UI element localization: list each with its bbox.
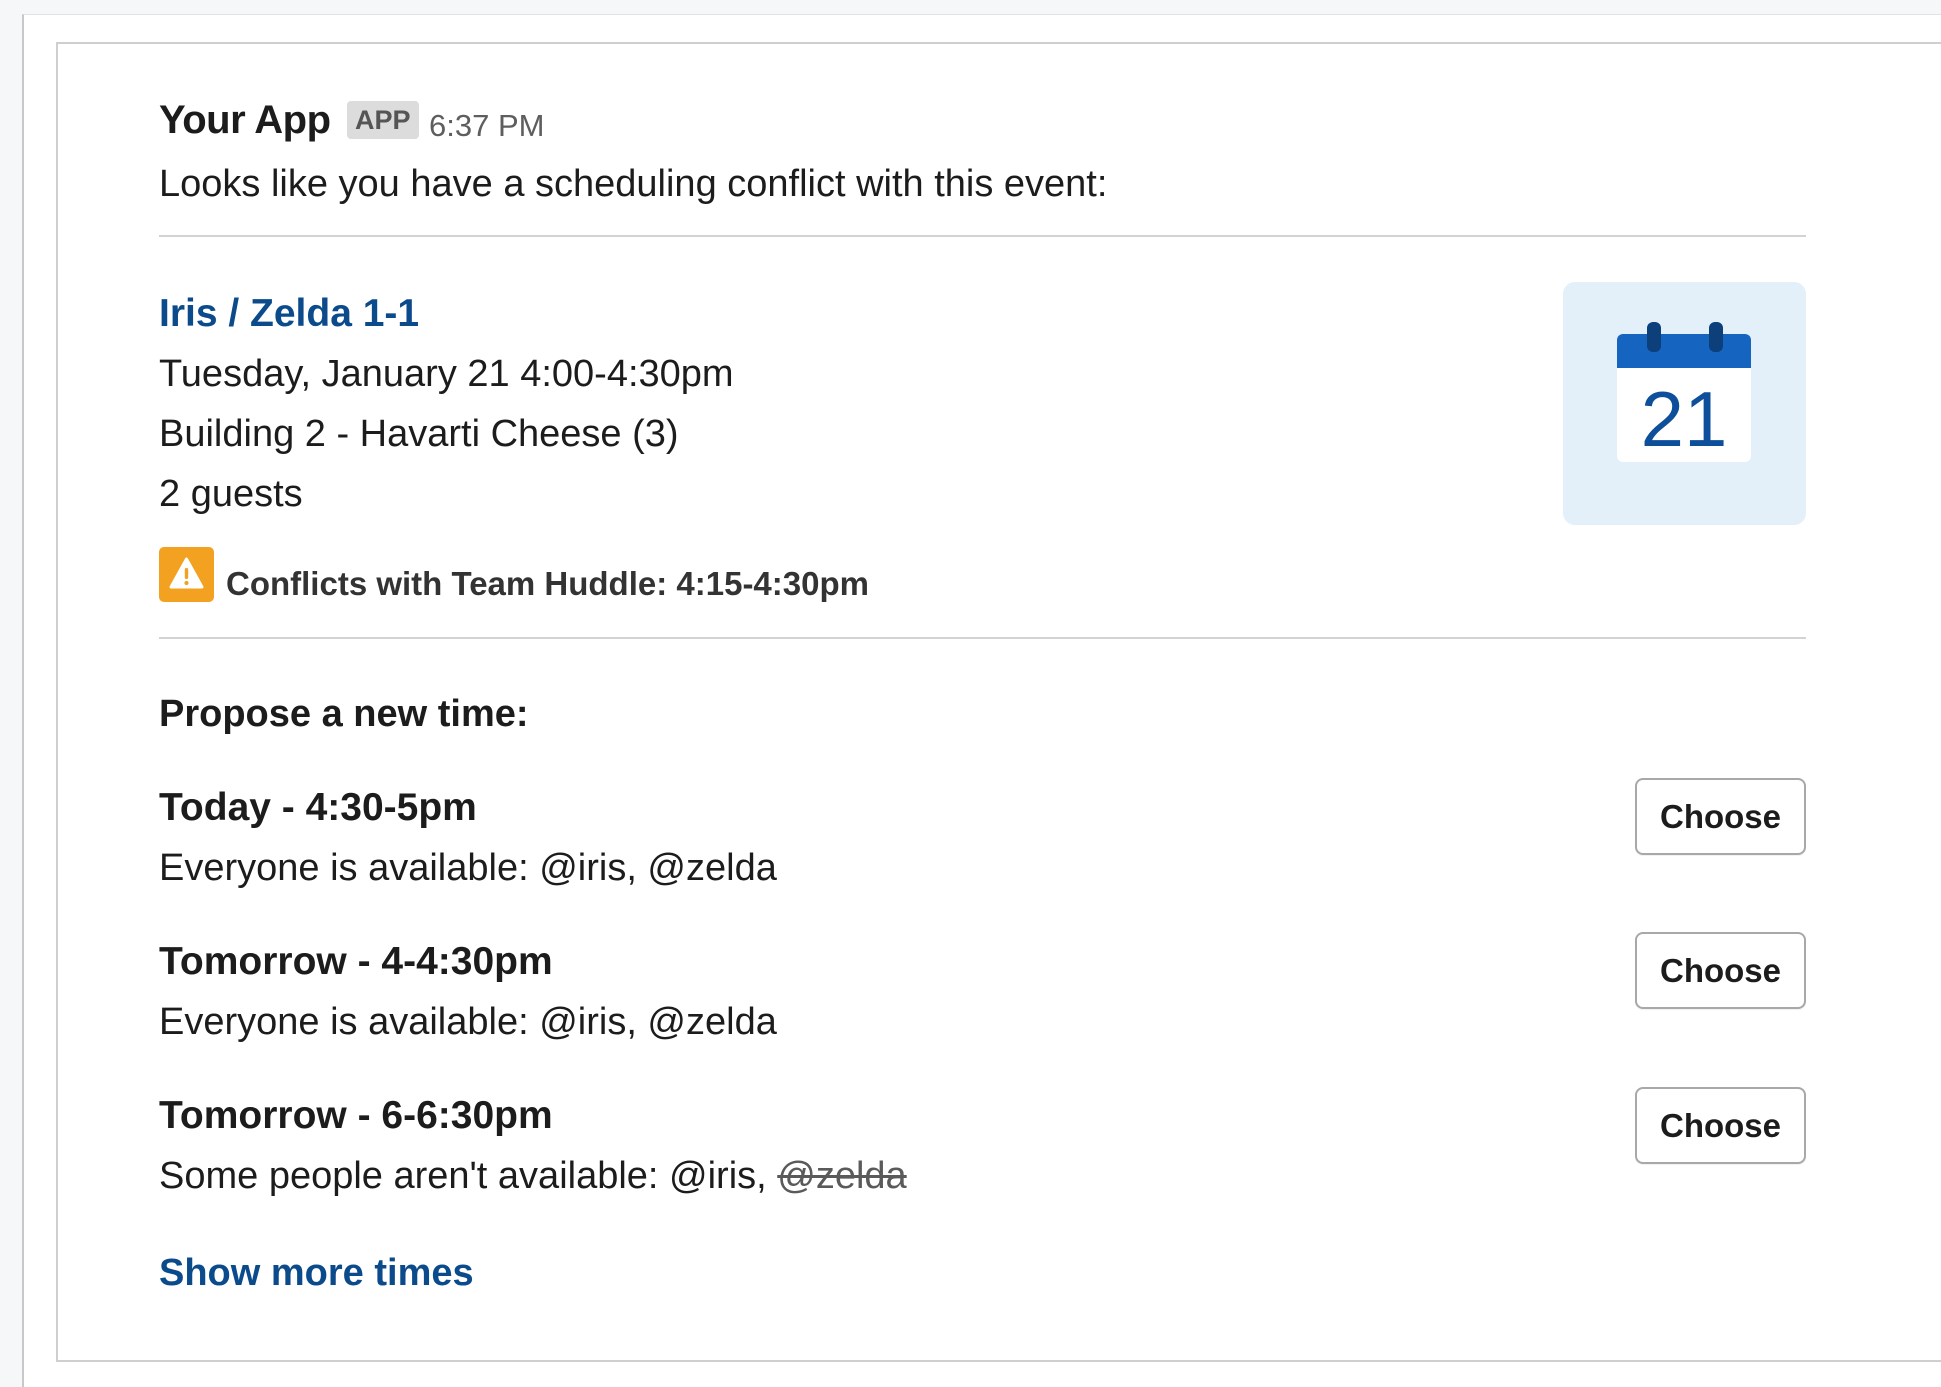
option-title: Today - 4:30-5pm — [159, 786, 477, 829]
unavailable-user: @zelda — [777, 1155, 907, 1197]
choose-button[interactable]: Choose — [1635, 932, 1806, 1009]
availability-text: Some people aren't available: @iris, — [159, 1155, 778, 1197]
calendar-icon: 21 — [1563, 282, 1806, 525]
event-title-link[interactable]: Iris / Zelda 1-1 — [159, 292, 419, 336]
choose-button[interactable]: Choose — [1635, 1087, 1806, 1164]
option-availability: Some people aren't available: @iris, @ze… — [159, 1155, 907, 1198]
event-location: Building 2 - Havarti Cheese (3) — [159, 413, 679, 455]
option-availability: Everyone is available: @iris, @zelda — [159, 847, 777, 889]
option-availability: Everyone is available: @iris, @zelda — [159, 1001, 777, 1043]
app-badge: APP — [347, 101, 419, 139]
app-name[interactable]: Your App — [159, 98, 331, 143]
event-guests: 2 guests — [159, 473, 303, 515]
conflict-notice: Conflicts with Team Huddle: 4:15-4:30pm — [226, 565, 869, 602]
option-title: Tomorrow - 4-4:30pm — [159, 940, 553, 983]
calendar-day: 21 — [1641, 375, 1728, 463]
event-datetime: Tuesday, January 21 4:00-4:30pm — [159, 353, 734, 395]
divider — [159, 235, 1806, 237]
message-intro: Looks like you have a scheduling conflic… — [159, 163, 1108, 205]
choose-button[interactable]: Choose — [1635, 778, 1806, 855]
warning-triangle-icon — [159, 547, 214, 602]
show-more-times-link[interactable]: Show more times — [159, 1252, 474, 1295]
propose-heading: Propose a new time: — [159, 693, 529, 735]
message-timestamp[interactable]: 6:37 PM — [429, 108, 544, 144]
option-title: Tomorrow - 6-6:30pm — [159, 1094, 553, 1137]
divider — [159, 637, 1806, 639]
